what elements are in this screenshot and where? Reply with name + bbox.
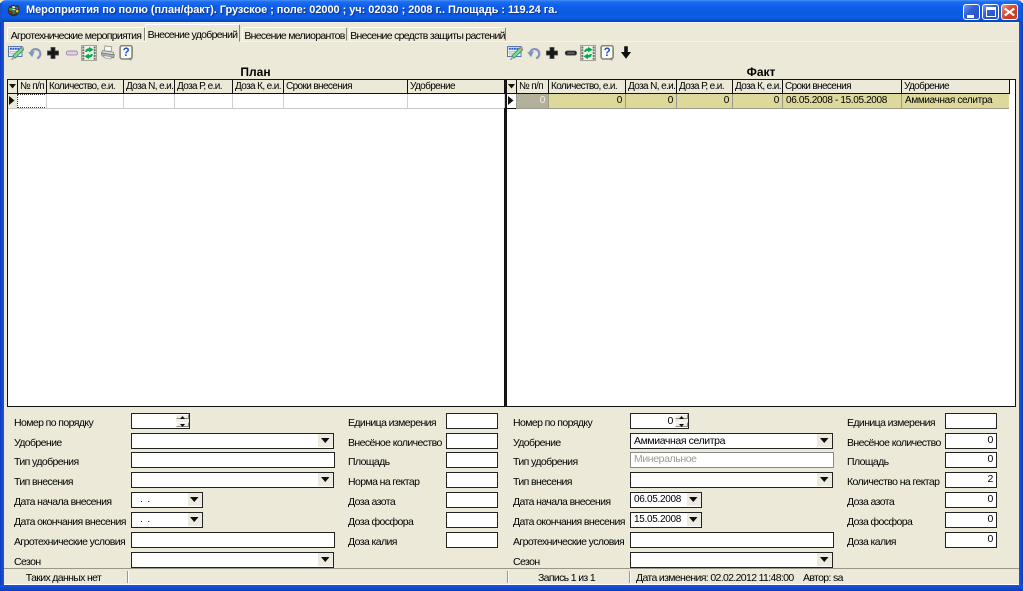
svg-text:?: ? [604,47,611,59]
svg-text:?: ? [123,47,130,59]
